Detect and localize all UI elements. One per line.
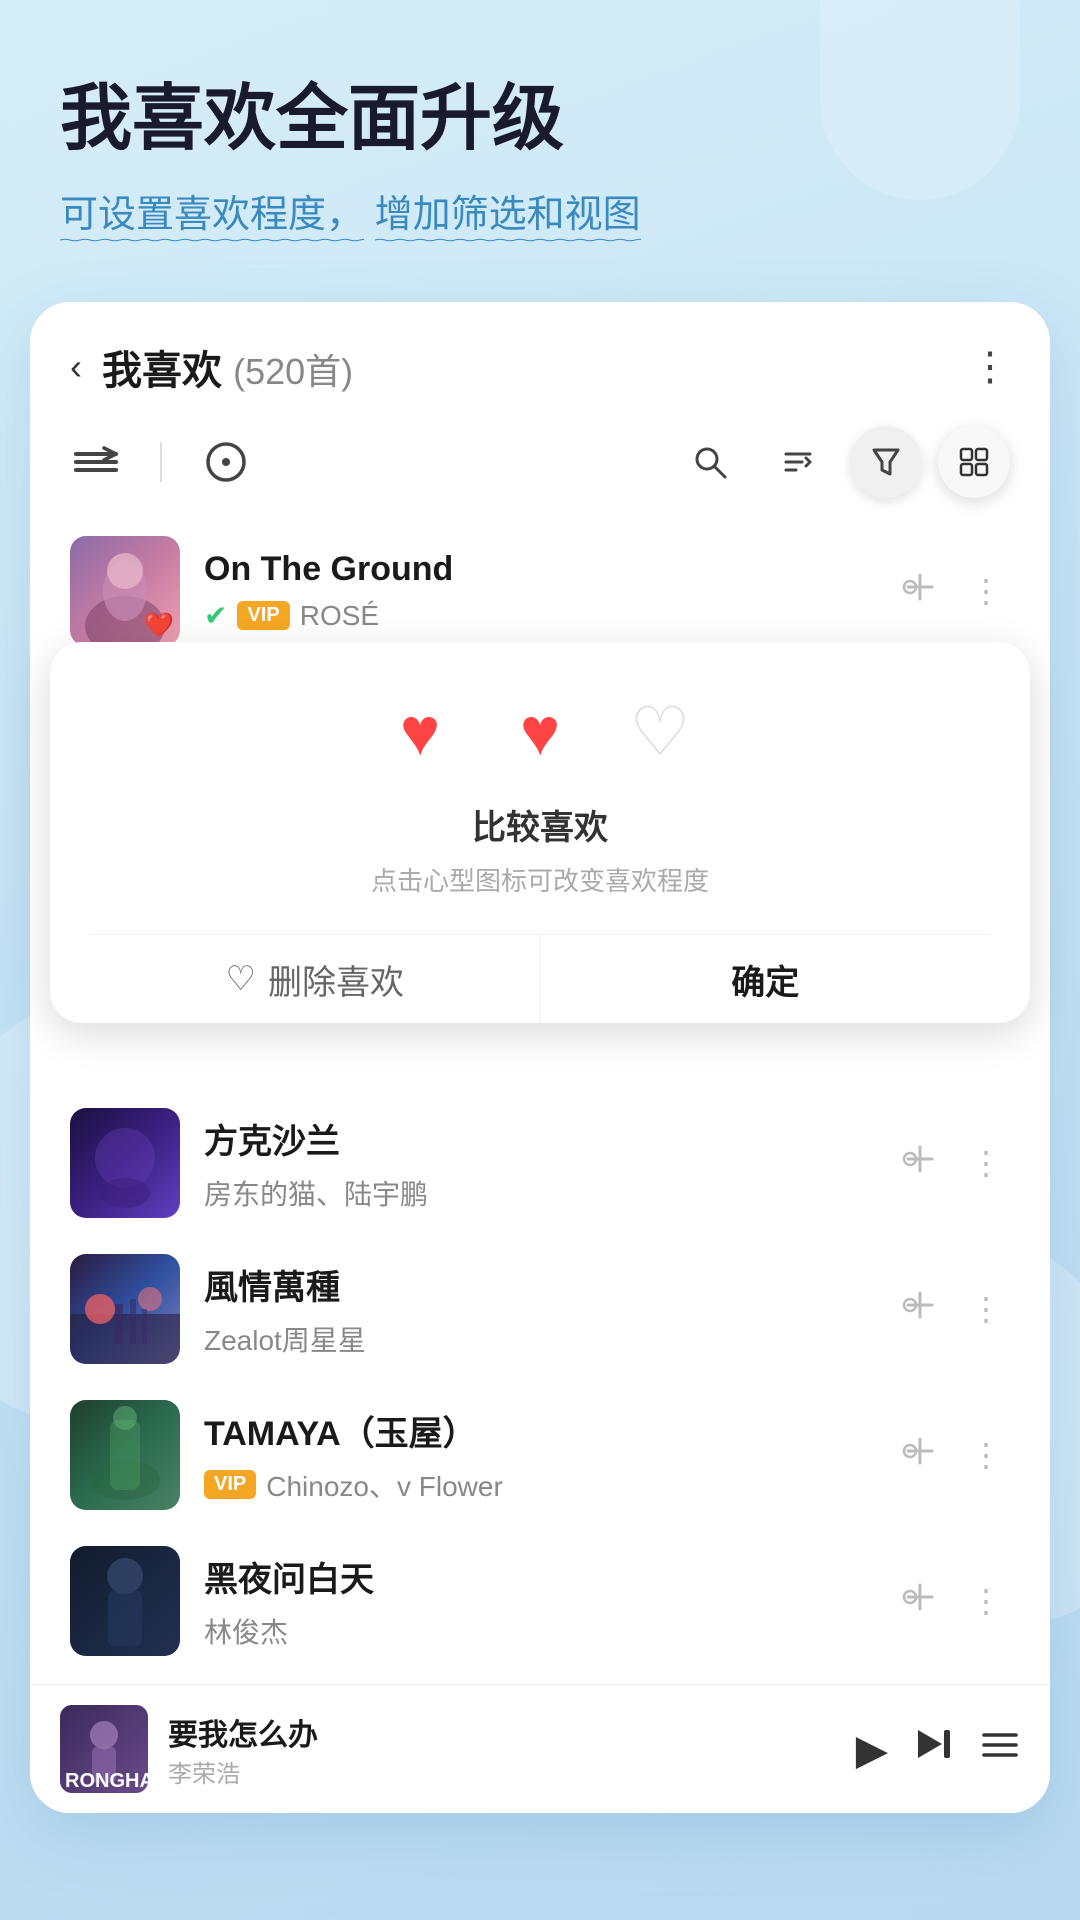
subtitle-part1: 可设置喜欢程度， <box>60 194 364 236</box>
heart-level-2[interactable]: ♥ <box>500 692 580 772</box>
heart-filled-2: ♥ <box>520 693 560 771</box>
artist-name: Chinozo、v Flower <box>266 1465 503 1505</box>
toolbar-right <box>674 426 1010 498</box>
song-info: 風情萬種 Zealot周星星 <box>204 1260 866 1359</box>
mini-next-button[interactable] <box>912 1722 956 1776</box>
song-more-button[interactable]: ⋮ <box>962 1136 1010 1190</box>
heart-empty-3: ♡ <box>630 693 691 772</box>
heart-badge: ❤️ <box>144 611 174 640</box>
grid-view-button[interactable] <box>938 426 1010 498</box>
mini-player-controls: ▶ <box>856 1722 1020 1776</box>
mini-player-title: 要我怎么办 <box>168 1710 856 1754</box>
song-artist: 林俊杰 <box>204 1611 866 1651</box>
mini-list-button[interactable] <box>980 1725 1020 1774</box>
song-thumbnail <box>70 1400 180 1510</box>
song-item[interactable]: TAMAYA（玉屋） VIP Chinozo、v Flower ⋮ <box>50 1382 1030 1528</box>
delete-like-label: 删除喜欢 <box>268 955 404 1004</box>
mini-player-artist: 李荣浩 <box>168 1754 856 1789</box>
mini-play-button[interactable]: ▶ <box>856 1725 888 1774</box>
card-title: 我喜欢 (520首) <box>102 338 353 396</box>
song-title: 風情萬種 <box>204 1260 866 1309</box>
heart-level-1[interactable]: ♥ <box>380 692 460 772</box>
song-title: 黑夜问白天 <box>204 1552 866 1601</box>
main-card: ‹ 我喜欢 (520首) ⋮ <box>30 302 1050 1813</box>
song-list: ❤️ On The Ground ✔ VIP ROSÉ ⋮ <box>30 518 1050 1674</box>
song-info: TAMAYA（玉屋） VIP Chinozo、v Flower <box>204 1406 866 1505</box>
heart-filled-1: ♥ <box>400 693 440 771</box>
mini-player-info: 要我怎么办 李荣浩 <box>168 1710 856 1789</box>
song-title: 方克沙兰 <box>204 1114 866 1163</box>
song-artist: ✔ VIP ROSÉ <box>204 599 866 632</box>
vip-badge: VIP <box>237 601 289 630</box>
bg-decoration-top <box>820 0 1020 200</box>
delete-like-button[interactable]: ♡ 删除喜欢 <box>90 935 541 1023</box>
verified-icon: ✔ <box>204 599 227 632</box>
like-hint: 点击心型图标可改变喜欢程度 <box>90 861 990 898</box>
artist-name: Zealot周星星 <box>204 1319 366 1359</box>
toolbar-left <box>70 436 674 488</box>
svg-text:RONGHAO: RONGHAO <box>65 1770 148 1792</box>
song-more-button[interactable]: ⋮ <box>962 564 1010 618</box>
song-thumbnail <box>70 1108 180 1218</box>
add-to-playlist-button[interactable] <box>890 561 942 621</box>
search-button[interactable] <box>674 426 746 498</box>
song-title: TAMAYA（玉屋） <box>204 1406 866 1455</box>
mini-player-thumbnail: RONGHAO <box>60 1705 148 1793</box>
song-thumbnail <box>70 1254 180 1364</box>
card-header-left: ‹ 我喜欢 (520首) <box>70 338 353 396</box>
add-to-playlist-button[interactable] <box>890 1279 942 1339</box>
song-thumbnail: ❤️ <box>70 536 180 646</box>
add-to-playlist-button[interactable] <box>890 1425 942 1485</box>
song-more-button[interactable]: ⋮ <box>962 1282 1010 1336</box>
add-to-playlist-button[interactable] <box>890 1571 942 1631</box>
song-item[interactable]: 風情萬種 Zealot周星星 ⋮ <box>50 1236 1030 1382</box>
confirm-button[interactable]: 确定 <box>541 935 991 1023</box>
heart-selector: ♥ ♥ ♡ <box>90 692 990 772</box>
page-subtitle: 可设置喜欢程度， 增加筛选和视图 <box>60 189 641 242</box>
song-count: (520首) <box>233 351 353 392</box>
heart-icon-delete: ♡ <box>226 959 256 999</box>
song-actions: ⋮ <box>890 1425 1010 1485</box>
song-thumbnail <box>70 1546 180 1656</box>
song-item[interactable]: 方克沙兰 房东的猫、陆宇鹏 ⋮ <box>50 1090 1030 1236</box>
song-info: 方克沙兰 房东的猫、陆宇鹏 <box>204 1114 866 1213</box>
toolbar <box>30 416 1050 518</box>
song-item[interactable]: 黑夜问白天 林俊杰 ⋮ <box>50 1528 1030 1674</box>
song-info: 黑夜问白天 林俊杰 <box>204 1552 866 1651</box>
filter-button[interactable] <box>850 426 922 498</box>
back-button[interactable]: ‹ <box>70 346 82 388</box>
song-more-button[interactable]: ⋮ <box>962 1574 1010 1628</box>
song-artist: VIP Chinozo、v Flower <box>204 1465 866 1505</box>
history-button[interactable] <box>200 436 252 488</box>
subtitle-part2: 增加筛选和视图 <box>375 194 641 236</box>
like-level-label: 比较喜欢 <box>90 800 990 849</box>
song-actions: ⋮ <box>890 1279 1010 1339</box>
artist-name: 林俊杰 <box>204 1611 288 1651</box>
song-title: On The Ground <box>204 550 866 589</box>
song-actions: ⋮ <box>890 1571 1010 1631</box>
shuffle-button[interactable] <box>70 436 122 488</box>
song-artist: Zealot周星星 <box>204 1319 866 1359</box>
add-to-playlist-button[interactable] <box>890 1133 942 1193</box>
song-actions: ⋮ <box>890 1133 1010 1193</box>
vip-badge: VIP <box>204 1470 256 1499</box>
artist-name: 房东的猫、陆宇鹏 <box>204 1173 428 1213</box>
like-level-popup: ♥ ♥ ♡ 比较喜欢 点击心型图标可改变喜欢程度 ♡ 删除喜欢 <box>30 642 1050 1023</box>
sort-button[interactable] <box>762 426 834 498</box>
mini-player: RONGHAO 要我怎么办 李荣浩 ▶ <box>30 1684 1050 1813</box>
card-header: ‹ 我喜欢 (520首) ⋮ <box>30 302 1050 416</box>
song-more-button[interactable]: ⋮ <box>962 1428 1010 1482</box>
toolbar-divider <box>160 442 162 482</box>
song-info: On The Ground ✔ VIP ROSÉ <box>204 550 866 632</box>
more-options-button[interactable]: ⋮ <box>970 344 1010 390</box>
card-title-text: 我喜欢 <box>102 349 222 393</box>
song-artist: 房东的猫、陆宇鹏 <box>204 1173 866 1213</box>
popup-card: ♥ ♥ ♡ 比较喜欢 点击心型图标可改变喜欢程度 ♡ 删除喜欢 <box>50 642 1030 1023</box>
song-actions: ⋮ <box>890 561 1010 621</box>
heart-level-3[interactable]: ♡ <box>620 692 700 772</box>
artist-name: ROSÉ <box>300 600 379 632</box>
popup-actions: ♡ 删除喜欢 确定 <box>90 934 990 1023</box>
